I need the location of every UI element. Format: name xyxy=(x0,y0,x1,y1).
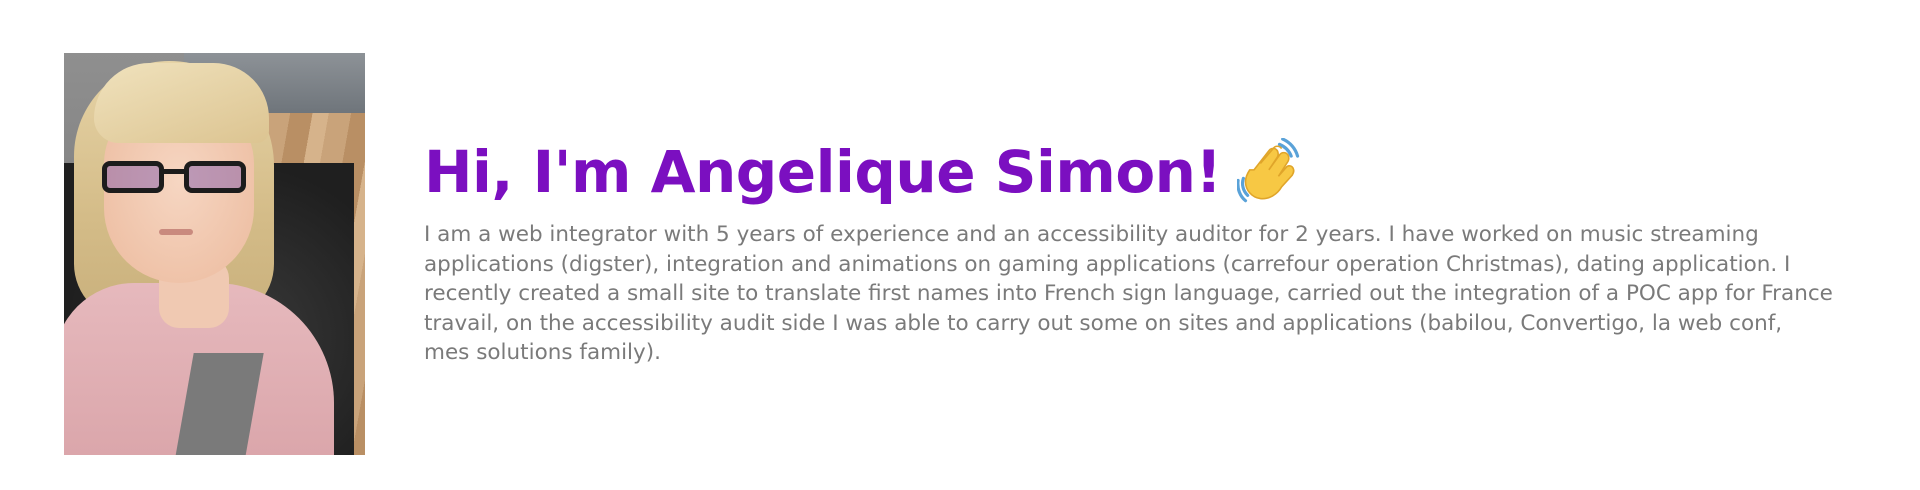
page-title-text: Hi, I'm Angelique Simon! xyxy=(424,138,1222,206)
page-title: Hi, I'm Angelique Simon! xyxy=(424,130,1844,214)
photo-fringe xyxy=(94,63,269,143)
waving-hand-icon xyxy=(1237,138,1305,206)
photo-lens-right xyxy=(184,161,246,193)
intro-content: Hi, I'm Angelique Simon! I am a web inte… xyxy=(424,130,1844,368)
intro-section: Hi, I'm Angelique Simon! I am a web inte… xyxy=(0,0,1920,490)
photo-glasses xyxy=(84,161,262,197)
bio-paragraph: I am a web integrator with 5 years of ex… xyxy=(424,222,1833,365)
photo-mouth xyxy=(159,229,193,235)
photo-lens-left xyxy=(102,161,164,193)
profile-photo xyxy=(64,53,365,455)
photo-glasses-bridge xyxy=(162,169,186,174)
